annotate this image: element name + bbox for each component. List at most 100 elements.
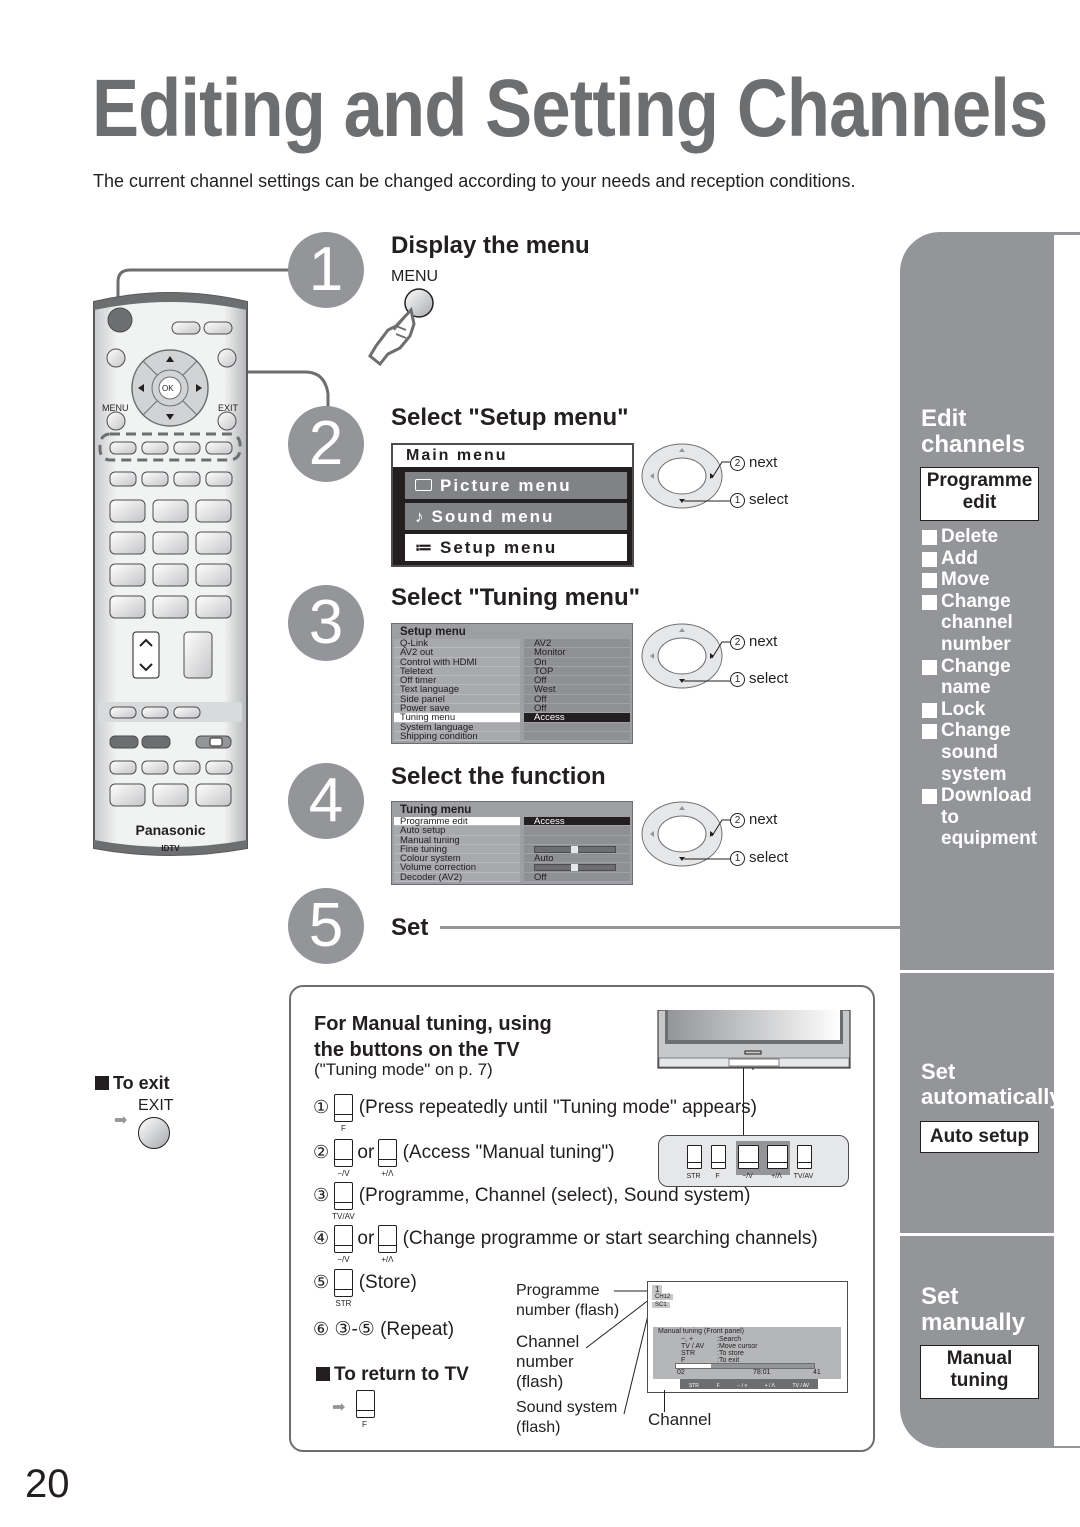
osd-bar-mid: 78:01 [753,1369,771,1376]
tv-panel-button[interactable] [738,1145,759,1169]
tv-panel-button[interactable] [797,1145,812,1169]
tv-panel-button[interactable] [711,1145,726,1169]
edit-function-line: Move [941,569,990,591]
osd-manual-panel: Manual tuning (Front panel) −, +: Search… [653,1327,841,1379]
menu-button[interactable] [106,411,126,431]
tv-button[interactable]: STR [334,1269,354,1308]
bullet-square-icon [922,789,937,805]
sidebar-bottom-rule [1054,1446,1080,1448]
tuning-menu-title: Tuning menu [400,804,472,816]
power-button[interactable] [107,307,133,333]
remote-model: IDTV [161,844,180,853]
edit-function-item: Download to equipment [920,785,1054,850]
bullet-square-icon [922,594,937,610]
return-to-tv-text: To return to TV [334,1364,469,1385]
setup-menu-title: Setup menu [400,626,466,638]
edit-function-item: Change channel number [920,591,1054,656]
menu-row[interactable]: Decoder (AV2) Off [394,872,630,882]
manual-step-text: (Store) [358,1272,417,1294]
osd-sound-system: SC1 [652,1302,670,1308]
tuning-menu-osd: Tuning menu Programme edit Access Auto set… [391,801,633,885]
main-menu-item-label: Sound menu [431,507,555,526]
callout-line: (flash) [516,1372,564,1391]
osd-key-label: STR [688,1383,699,1389]
exit-button-illustration[interactable] [138,1117,170,1149]
sidebar-auto-heading: Set automatically [921,1059,1062,1109]
button-divider [798,1162,811,1163]
slider-thumb[interactable] [571,864,578,872]
menu-row-value [524,844,630,855]
edit-function-line: Add [941,547,978,569]
main-menu-item-picture[interactable]: Picture menu [405,472,627,499]
button-divider [739,1162,758,1163]
main-menu-item-setup[interactable]: ≔ Setup menu [405,534,627,561]
tv-button-caption: +/Λ [381,1255,394,1264]
circled-number: 1 [730,851,745,866]
f-button-caption: F [362,1420,367,1429]
page-number: 20 [25,1462,70,1506]
button-divider [768,1162,787,1163]
heading-line: channels [921,431,1026,458]
tv-button[interactable]: −/V [334,1225,354,1264]
tv-panel-button[interactable] [687,1145,702,1169]
edit-function-line: Delete [941,526,999,547]
auto-setup-box[interactable]: Auto setup [920,1121,1039,1153]
remote-exit-label: EXIT [218,403,239,413]
tv-panel-button[interactable] [767,1145,788,1169]
hand-press-menu-icon [368,288,434,367]
osd-help-value: Move cursor [718,1343,758,1350]
manual-tuning-box[interactable]: Manual tuning [920,1345,1039,1399]
tv-button[interactable]: +/Λ [378,1139,398,1178]
bullet-square-icon [922,530,937,545]
osd-key-label: TV / AV [792,1383,810,1389]
edit-function-item: Add [920,548,1054,570]
sidebar-set-automatically: Set automatically Auto setup [900,973,1062,1233]
manual-step-text: (Programme, Channel (select), Sound syst… [358,1185,751,1207]
manual-step-text: (Access "Manual tuning") [402,1142,615,1164]
list-icon: ≔ [415,538,434,557]
sidebar-manual-heading: Set manually [921,1284,1025,1336]
manual-tuning-note: ("Tuning mode" on p. 7) [314,1060,493,1079]
exit-button[interactable] [217,411,237,431]
heading-line: manually [921,1309,1026,1336]
nav-select-hint: 1 select [730,849,788,866]
osd-programme-number: 1 [652,1285,663,1294]
slider-thumb[interactable] [571,845,578,853]
tv-button-icon [378,1225,398,1253]
nav-select-label: select [749,670,789,687]
tv-button[interactable]: −/V [334,1139,354,1178]
main-menu-item-label: Picture menu [440,476,572,495]
slider-bar[interactable] [534,845,616,853]
programme-edit-box[interactable]: Programme edit [920,467,1039,521]
manual-step: ④ −/V or +/Λ (Change programme or start se… [313,1225,818,1264]
nav-select-label: select [749,849,789,866]
manual-step-text: (Change programme or start searching cha… [402,1228,818,1250]
step-circled-number: ⑤ [313,1272,330,1293]
remote-control: MENU EXIT OK Panasonic IDTV [92,288,249,858]
tv-button[interactable]: +/Λ [378,1225,398,1264]
tv-button[interactable]: F [334,1094,354,1133]
tv-panel-button-caption: +/Λ [771,1173,782,1180]
box-line: Programme [926,470,1033,491]
manual-step: ⑤ STR (Store) [313,1269,417,1308]
edit-function-line: Change [941,590,1011,612]
edit-function-line: equipment [941,828,1038,850]
picture-icon [415,479,432,491]
nav-next-hint: 2 next [730,811,777,828]
tv-button[interactable]: TV/AV [332,1182,355,1221]
osd-help-value: To store [718,1350,744,1357]
return-to-tv-heading: To return to TV [316,1364,469,1386]
f-button-return[interactable] [356,1390,375,1418]
cursor-pad-diagram [641,443,730,509]
music-note-icon: ♪ [415,507,426,526]
cursor-pad-diagram [641,623,730,689]
edit-function-item: Change sound system [920,720,1054,785]
main-menu-item-sound[interactable]: ♪ Sound menu [405,503,627,530]
sidebar-top-rule [1054,232,1080,235]
osd-help-key: −, + [681,1336,694,1343]
menu-row[interactable]: Shipping condition [394,732,630,741]
circled-number: 2 [730,813,745,828]
menu-row-value: Access [524,817,630,826]
slider-bar[interactable] [534,864,616,872]
menu-row-label: Decoder (AV2) [394,872,520,882]
